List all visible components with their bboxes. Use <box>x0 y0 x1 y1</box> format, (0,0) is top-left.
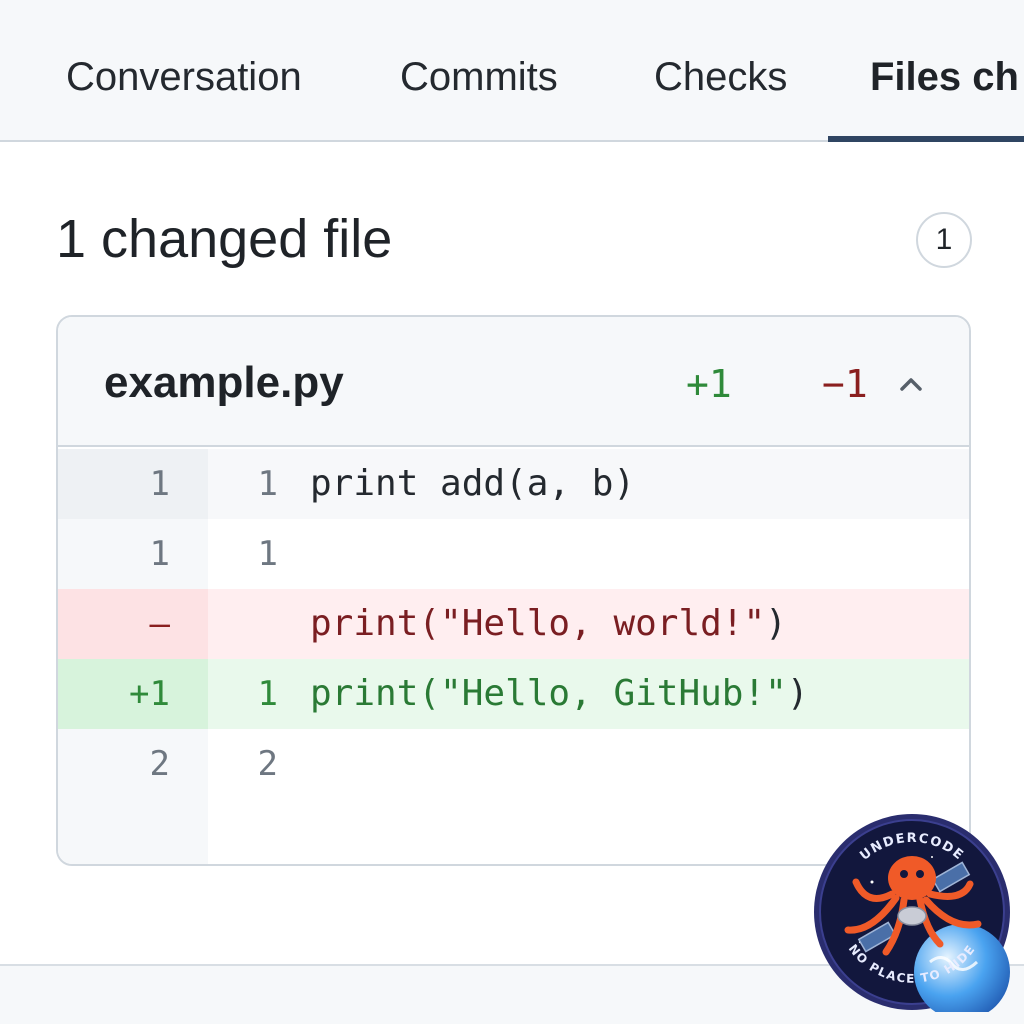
deletion-marker[interactable]: – <box>58 589 208 659</box>
code-paren: ) <box>786 673 809 714</box>
collapse-file-button[interactable] <box>896 369 926 399</box>
diff-row-deletion: – print("Hello, world!") <box>58 589 969 659</box>
changed-files-summary: 1 changed file <box>56 209 393 269</box>
code-call: print( <box>310 603 441 644</box>
tab-commits[interactable]: Commits <box>400 52 558 102</box>
diff-row-addition: +1 1 print("Hello, GitHub!") <box>58 659 969 729</box>
pr-tab-bar: Conversation Commits Checks Files ch <box>0 0 1024 142</box>
new-line-number[interactable]: 1 <box>208 449 278 519</box>
old-line-number[interactable]: 1 <box>58 519 208 589</box>
old-line-number[interactable]: 2 <box>58 729 208 799</box>
code-string: "Hello, world!" <box>440 603 766 644</box>
code-line: print add(a, b) <box>310 463 636 504</box>
chevron-up-icon <box>900 378 922 391</box>
deletions-count: −1 <box>822 362 868 406</box>
new-line-number[interactable] <box>208 589 278 659</box>
tab-conversation[interactable]: Conversation <box>66 52 302 102</box>
file-header[interactable]: example.py +1 −1 <box>58 317 969 447</box>
additions-count: +1 <box>686 362 732 406</box>
octopus-badge-icon: UNDERCODE NO PLACE TO HIDE <box>814 814 1010 1020</box>
changed-files-count-badge: 1 <box>916 212 972 268</box>
tab-files-changed[interactable]: Files ch <box>870 52 1019 102</box>
new-line-number[interactable]: 1 <box>208 659 278 729</box>
new-line-number[interactable]: 2 <box>208 729 278 799</box>
pull-request-files-page: Conversation Commits Checks Files ch 1 c… <box>0 0 1024 1024</box>
code-line: print("Hello, world!") <box>310 589 787 659</box>
addition-marker[interactable]: +1 <box>58 659 208 729</box>
active-tab-indicator <box>828 136 1024 142</box>
file-diff-card: example.py +1 −1 1 1 print add(a, b) 1 1 <box>56 315 971 866</box>
tab-checks[interactable]: Checks <box>654 52 787 102</box>
code-paren: ) <box>765 603 787 644</box>
undercode-logo: UNDERCODE NO PLACE TO HIDE <box>812 812 1012 1020</box>
diff-body: 1 1 print add(a, b) 1 1 – print("Hello, … <box>58 449 969 864</box>
old-line-number[interactable]: 1 <box>58 449 208 519</box>
code-string: "Hello, GitHub!" <box>440 673 787 714</box>
diff-row-context: 1 1 print add(a, b) <box>58 449 969 519</box>
code-line: print("Hello, GitHub!") <box>310 659 809 729</box>
new-line-number[interactable]: 1 <box>208 519 278 589</box>
diff-row-context: 1 1 <box>58 519 969 589</box>
file-name[interactable]: example.py <box>104 355 344 411</box>
diff-row-context: 2 2 <box>58 729 969 799</box>
code-call: print( <box>310 673 441 714</box>
